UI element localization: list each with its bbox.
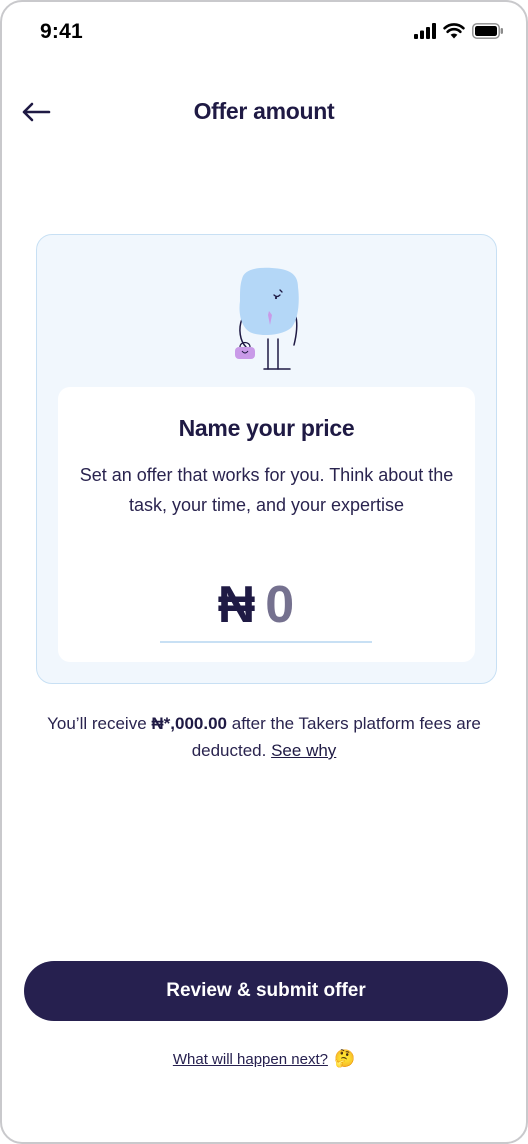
review-submit-offer-button[interactable]: Review & submit offer [24, 961, 508, 1021]
status-icons [414, 22, 504, 44]
see-why-link[interactable]: See why [271, 741, 336, 760]
amount-row: ₦ [58, 577, 475, 633]
status-time: 9:41 [40, 20, 83, 43]
cellular-signal-icon [414, 22, 436, 44]
page-title: Offer amount [193, 98, 335, 124]
receive-note: You’ll receive ₦*,000.00 after the Taker… [42, 710, 486, 764]
thinking-face-icon: 🤔 [333, 1049, 356, 1068]
character-illustration [235, 267, 299, 370]
help-row: What will happen next? 🤔 [2, 1049, 526, 1069]
header: Offer amount [2, 82, 526, 142]
amount-underline [160, 641, 372, 643]
amount-input[interactable] [265, 577, 316, 633]
battery-icon [472, 22, 504, 44]
currency-symbol: ₦ [217, 576, 256, 634]
offer-card: Name your price Set an offer that works … [36, 234, 497, 684]
price-input-card: Name your price Set an offer that works … [58, 387, 475, 662]
price-card-description: Set an offer that works for you. Think a… [79, 465, 454, 515]
what-happens-next-link[interactable]: What will happen next? [173, 1051, 328, 1068]
wifi-icon [443, 22, 465, 44]
phone-screen: 9:41 Offer amount Name your price Set an… [0, 0, 528, 1144]
price-card-title: Name your price [178, 415, 355, 441]
receive-note-prefix: You’ll receive [47, 714, 152, 733]
status-bar: 9:41 [2, 2, 526, 62]
receive-amount: ₦*,000.00 [151, 714, 228, 733]
